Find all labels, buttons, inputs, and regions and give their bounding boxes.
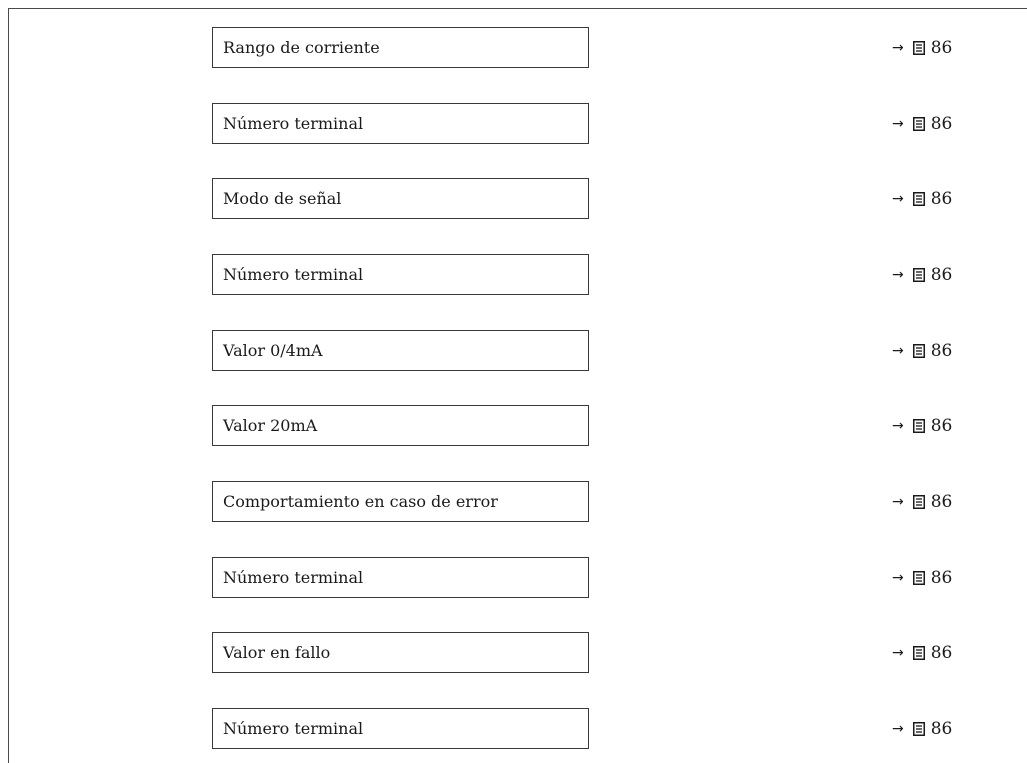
arrow-right-icon: → [892,115,904,132]
page-number: 86 [930,415,953,436]
parameter-row: Número terminal → 86 [0,254,1027,297]
page-document-icon [912,267,925,282]
page-reference-link[interactable]: → 86 [892,254,952,295]
page-number: 86 [930,491,953,512]
parameter-box[interactable]: Número terminal [212,557,589,598]
parameter-name: Valor 0/4mA [223,340,323,360]
page-reference-link[interactable]: → 86 [892,330,952,371]
parameter-row: Rango de corriente → 86 [0,27,1027,70]
parameter-name: Valor en fallo [223,642,331,662]
page-reference-link[interactable]: → 86 [892,557,952,598]
parameter-list: Rango de corriente → 86 Número terminal … [0,0,1027,763]
page-number: 86 [930,642,953,663]
page-number: 86 [930,188,953,209]
parameter-box[interactable]: Valor 20mA [212,405,589,446]
parameter-row: Número terminal → 86 [0,557,1027,600]
parameter-box[interactable]: Valor 0/4mA [212,330,589,371]
page-document-icon [912,116,925,131]
page-document-icon [912,645,925,660]
page-reference-link[interactable]: → 86 [892,708,952,749]
page-document-icon [912,570,925,585]
parameter-name: Número terminal [223,567,364,587]
parameter-name: Número terminal [223,718,364,738]
parameter-box[interactable]: Rango de corriente [212,27,589,68]
parameter-row: Modo de señal → 86 [0,178,1027,221]
arrow-right-icon: → [892,720,904,737]
parameter-name: Número terminal [223,264,364,284]
parameter-row: Número terminal → 86 [0,708,1027,751]
arrow-right-icon: → [892,644,904,661]
arrow-right-icon: → [892,190,904,207]
page-number: 86 [930,37,953,58]
page-number: 86 [930,567,953,588]
parameter-box[interactable]: Número terminal [212,708,589,749]
page-document-icon [912,191,925,206]
parameter-name: Valor 20mA [223,415,318,435]
parameter-name: Número terminal [223,113,364,133]
page-document-icon [912,418,925,433]
page-number: 86 [930,340,953,361]
arrow-right-icon: → [892,569,904,586]
page-document-icon [912,40,925,55]
parameter-row: Número terminal → 86 [0,103,1027,146]
page-number: 86 [930,113,953,134]
parameter-box[interactable]: Número terminal [212,254,589,295]
page-reference-link[interactable]: → 86 [892,632,952,673]
page-reference-link[interactable]: → 86 [892,178,952,219]
parameter-row: Comportamiento en caso de error → 86 [0,481,1027,524]
arrow-right-icon: → [892,493,904,510]
parameter-box[interactable]: Valor en fallo [212,632,589,673]
parameter-box[interactable]: Comportamiento en caso de error [212,481,589,522]
parameter-box[interactable]: Número terminal [212,103,589,144]
parameter-box[interactable]: Modo de señal [212,178,589,219]
arrow-right-icon: → [892,342,904,359]
parameter-name: Comportamiento en caso de error [223,491,498,511]
parameter-row: Valor 20mA → 86 [0,405,1027,448]
arrow-right-icon: → [892,266,904,283]
page-reference-link[interactable]: → 86 [892,481,952,522]
page-reference-link[interactable]: → 86 [892,103,952,144]
parameter-name: Rango de corriente [223,37,380,57]
page-reference-link[interactable]: → 86 [892,27,952,68]
parameter-name: Modo de señal [223,188,342,208]
page-document-icon [912,343,925,358]
parameter-row: Valor 0/4mA → 86 [0,330,1027,373]
page-number: 86 [930,718,953,739]
arrow-right-icon: → [892,417,904,434]
arrow-right-icon: → [892,39,904,56]
page-document-icon [912,494,925,509]
parameter-row: Valor en fallo → 86 [0,632,1027,675]
page-reference-link[interactable]: → 86 [892,405,952,446]
page-document-icon [912,721,925,736]
page-number: 86 [930,264,953,285]
